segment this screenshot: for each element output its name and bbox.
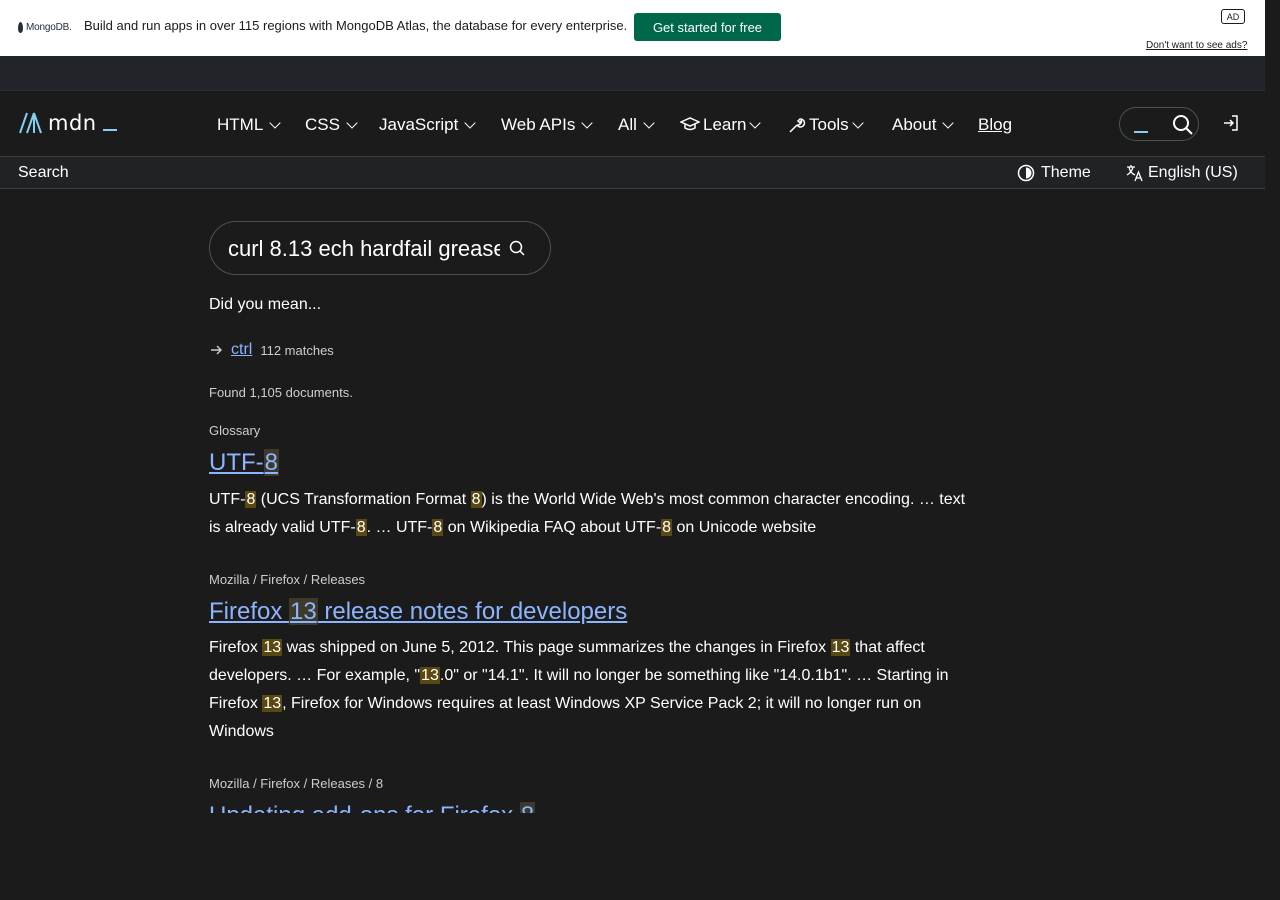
result-excerpt: UTF-8 (UCS Transformation Format 8) is t… [209,491,966,536]
translate-icon [1126,165,1143,182]
login-icon[interactable] [1222,114,1240,132]
result-title-link[interactable]: Firefox 13 release notes for developers [209,598,627,626]
search-query-text: curl 8.13 ech hardfail grease [228,236,500,261]
result-title-highlight: 13 [289,598,318,625]
header-search-button[interactable] [1119,107,1199,141]
results-count: Found 1,105 documents. [209,385,353,400]
graduation-cap-icon [680,117,700,131]
ad-cta-button[interactable]: Get started for free [634,13,781,41]
suggestion-row: ctrl 112 matches [209,341,334,359]
result-title-text: release notes for developers [317,598,628,625]
mdn-logo[interactable]: mdn [18,111,117,135]
nav-all[interactable]: All [618,114,655,136]
chevron-down-icon [852,117,864,129]
theme-icon [1017,164,1035,182]
ad-message[interactable]: Build and run apps in over 115 regions w… [84,18,627,33]
result-title-highlight: 8 [263,449,280,476]
nav-css[interactable]: CSS [305,114,358,136]
ad-optout-link[interactable]: Don't want to see ads? [1146,40,1247,51]
suggestion-link[interactable]: ctrl [231,341,252,359]
mongodb-logo[interactable]: MongoDB. [18,19,72,35]
nav-tools[interactable]: Tools [788,114,864,136]
nav-web-apis-label: Web APIs [501,115,576,134]
did-you-mean: Did you mean... [209,296,322,313]
nav-javascript-label: JavaScript [379,115,459,134]
result-breadcrumb: Mozilla / Firefox / Releases / 8 [209,776,384,791]
nav-html-label: HTML [217,115,264,134]
chevron-down-icon [346,117,358,129]
result-title-link[interactable]: UTF-8 [209,449,280,477]
viewport-cutoff [0,813,1265,900]
chevron-down-icon [464,117,477,129]
chevron-down-icon [643,117,655,129]
language-label: English (US) [1148,164,1238,181]
nav-javascript[interactable]: JavaScript [379,114,477,136]
mongodb-leaf-icon [18,21,23,33]
nav-learn-label: Learn [703,115,747,134]
chevron-down-icon [942,117,955,129]
nav-about[interactable]: About [892,114,955,136]
nav-css-label: CSS [305,115,340,134]
page-title: Search [18,164,69,181]
arrow-right-icon [211,345,222,355]
mdn-logo-icon [19,112,42,134]
nav-about-label: About [892,115,937,134]
top-strip [0,56,1265,91]
search-caret [1134,131,1148,133]
language-button[interactable]: English (US) [1126,164,1238,182]
mdn-logo-text: mdn [48,111,97,135]
scrollbar-gutter[interactable] [1265,0,1280,900]
search-icon [1173,115,1193,135]
result-excerpt: Firefox 13 was shipped on June 5, 2012. … [209,639,949,740]
result-breadcrumb: Glossary [209,423,261,438]
ad-banner: MongoDB. Build and run apps in over 115 … [0,0,1265,56]
result-title-text: Firefox [209,598,290,625]
chevron-down-icon [269,117,281,129]
search-input[interactable]: curl 8.13 ech hardfail grease [209,221,551,275]
nav-html[interactable]: HTML [217,114,281,136]
nav-tools-label: Tools [809,115,849,134]
result-breadcrumb: Mozilla / Firefox / Releases [209,572,366,587]
nav-blog-link[interactable]: Blog [978,114,1012,136]
chevron-down-icon [581,117,594,129]
chevron-down-icon [749,117,762,129]
theme-label: Theme [1041,164,1091,181]
nav-web-apis[interactable]: Web APIs [501,114,594,136]
theme-button[interactable]: Theme [1017,164,1091,182]
nav-learn[interactable]: Learn [680,114,762,136]
search-icon[interactable] [509,240,526,257]
wrench-icon [789,118,806,133]
logo-underscore [102,129,117,131]
nav-all-label: All [618,115,637,134]
result-title-text: UTF- [209,449,264,476]
ad-badge: AD [1221,9,1245,24]
mongodb-logo-text: MongoDB. [26,21,72,33]
suggestion-count: 112 matches [260,342,334,358]
